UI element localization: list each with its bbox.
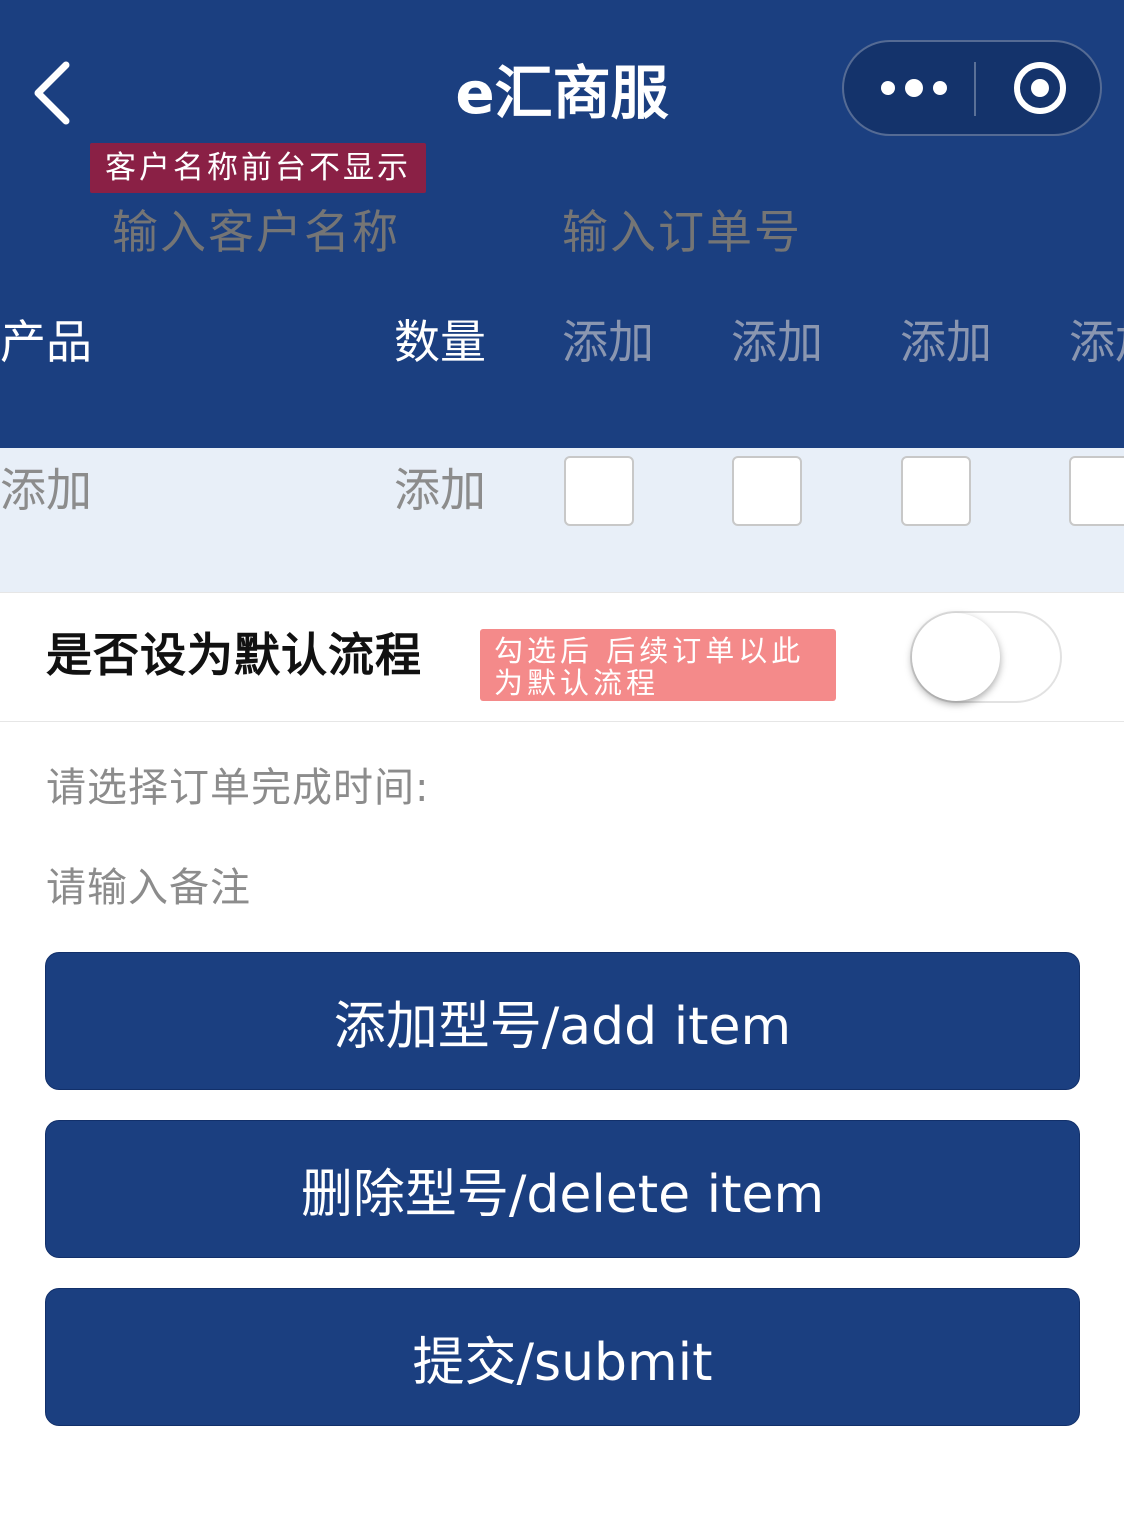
customer-name-tip: 客户名称前台不显示 xyxy=(90,143,426,193)
column-header-quantity: 数量 xyxy=(394,315,486,369)
add-item-button[interactable]: 添加型号/add item xyxy=(45,952,1080,1090)
column-header-add-4[interactable]: 添加 xyxy=(1069,310,1124,374)
column-header-add-1[interactable]: 添加 xyxy=(562,310,654,374)
row-checkbox-2[interactable] xyxy=(732,456,802,526)
column-header-add-2[interactable]: 添加 xyxy=(731,310,823,374)
submit-button[interactable]: 提交/submit xyxy=(45,1288,1080,1426)
remark-input[interactable]: 请输入备注 xyxy=(46,858,251,918)
row-checkbox-1[interactable] xyxy=(564,456,634,526)
product-cell[interactable]: 添加 xyxy=(0,458,92,522)
default-process-row: 是否设为默认流程 勾选后 后续订单以此为默认流程 xyxy=(0,592,1124,722)
more-dots-icon xyxy=(881,81,895,95)
quantity-cell[interactable]: 添加 xyxy=(394,458,486,522)
row-checkbox-4[interactable] xyxy=(1069,456,1124,526)
default-process-tip: 勾选后 后续订单以此为默认流程 xyxy=(480,629,836,701)
default-process-label: 是否设为默认流程 xyxy=(46,628,422,682)
mini-program-capsule xyxy=(842,40,1102,136)
row-checkbox-3[interactable] xyxy=(901,456,971,526)
table-row: 添加 添加 xyxy=(0,448,1124,592)
toggle-knob xyxy=(912,613,1000,701)
column-header-add-3[interactable]: 添加 xyxy=(900,310,992,374)
customer-name-input[interactable] xyxy=(112,200,532,264)
delete-item-button[interactable]: 删除型号/delete item xyxy=(45,1120,1080,1258)
default-process-toggle[interactable] xyxy=(910,611,1062,703)
close-target-icon[interactable] xyxy=(1014,62,1066,114)
order-number-input[interactable] xyxy=(562,200,982,264)
header: e汇商服 客户名称前台不显示 产品 数量 添加 添加 添加 添加 xyxy=(0,0,1124,448)
completion-time-picker[interactable]: 请选择订单完成时间: xyxy=(46,758,429,818)
column-header-product: 产品 xyxy=(0,315,92,369)
more-button[interactable] xyxy=(864,42,964,134)
capsule-divider xyxy=(974,62,976,116)
